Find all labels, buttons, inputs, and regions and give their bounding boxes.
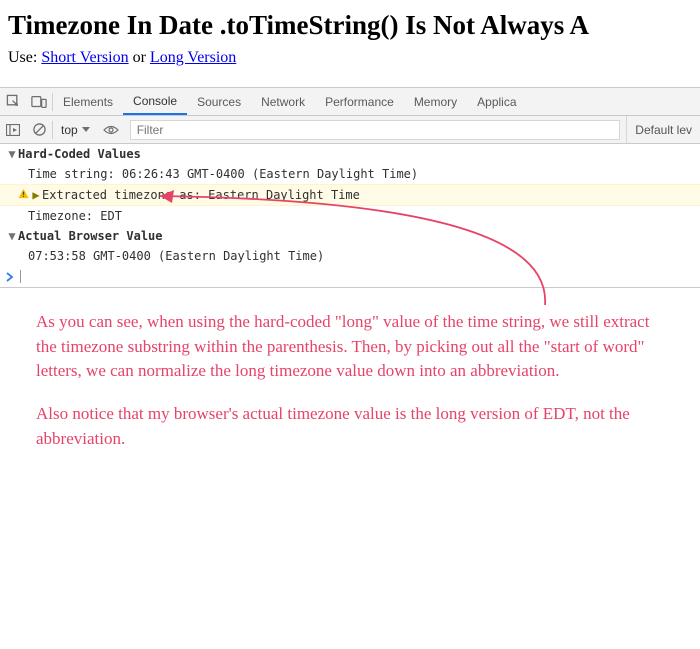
use-line: Use: Short Version or Long Version — [0, 45, 700, 87]
tab-application[interactable]: Applica — [467, 88, 526, 115]
log-text: Timezone: EDT — [28, 209, 122, 223]
prompt-cursor — [20, 270, 21, 283]
eye-icon[interactable] — [98, 116, 124, 143]
chevron-down-icon — [82, 127, 90, 133]
devtools-panel: Elements Console Sources Network Perform… — [0, 87, 700, 288]
console-warn-line: ▶ Extracted timezone as: Eastern Dayligh… — [0, 184, 700, 206]
log-text: 07:53:58 GMT-0400 (Eastern Daylight Time… — [28, 249, 324, 263]
console-output: ▼ Hard-Coded Values Time string: 06:26:4… — [0, 144, 700, 287]
inspect-icon[interactable] — [0, 88, 26, 115]
console-group-header[interactable]: ▼ Hard-Coded Values — [0, 144, 700, 164]
tab-performance[interactable]: Performance — [315, 88, 404, 115]
group-title: Hard-Coded Values — [18, 147, 141, 161]
console-prompt[interactable] — [0, 266, 700, 287]
tab-network[interactable]: Network — [251, 88, 315, 115]
device-toggle-icon[interactable] — [26, 88, 52, 115]
annotation-paragraph: As you can see, when using the hard-code… — [36, 310, 672, 384]
prompt-caret-icon — [6, 272, 14, 282]
tab-sources[interactable]: Sources — [187, 88, 251, 115]
long-version-link[interactable]: Long Version — [150, 49, 236, 66]
filter-input[interactable] — [130, 120, 621, 140]
disclosure-triangle-icon[interactable]: ▼ — [6, 147, 18, 161]
annotation-block: As you can see, when using the hard-code… — [0, 288, 700, 479]
group-title: Actual Browser Value — [18, 229, 163, 243]
disclosure-triangle-icon[interactable]: ▼ — [6, 229, 18, 243]
tab-console[interactable]: Console — [123, 88, 187, 115]
log-text: Time string: 06:26:43 GMT-0400 (Eastern … — [28, 167, 418, 181]
tab-elements[interactable]: Elements — [53, 88, 123, 115]
or-text: or — [129, 49, 150, 66]
log-text: Extracted timezone as: Eastern Daylight … — [42, 188, 360, 202]
use-label: Use: — [8, 49, 37, 66]
page-title: Timezone In Date .toTimeString() Is Not … — [8, 10, 692, 41]
console-group-header[interactable]: ▼ Actual Browser Value — [0, 226, 700, 246]
tab-memory[interactable]: Memory — [404, 88, 467, 115]
log-level-selector[interactable]: Default lev — [626, 116, 700, 143]
disclosure-triangle-icon[interactable]: ▶ — [30, 188, 42, 202]
clear-console-icon[interactable] — [26, 116, 52, 143]
short-version-link[interactable]: Short Version — [41, 49, 128, 66]
annotation-paragraph: Also notice that my browser's actual tim… — [36, 402, 672, 451]
console-sidebar-toggle-icon[interactable] — [0, 116, 26, 143]
context-selector[interactable]: top — [53, 123, 98, 137]
console-log-line: Timezone: EDT — [0, 206, 700, 226]
console-log-line: Time string: 06:26:43 GMT-0400 (Eastern … — [0, 164, 700, 184]
context-label: top — [61, 123, 78, 137]
console-log-line: 07:53:58 GMT-0400 (Eastern Daylight Time… — [0, 246, 700, 266]
console-toolbar: top Default lev — [0, 116, 700, 144]
warning-icon — [16, 188, 30, 199]
devtools-tabs: Elements Console Sources Network Perform… — [0, 88, 700, 116]
